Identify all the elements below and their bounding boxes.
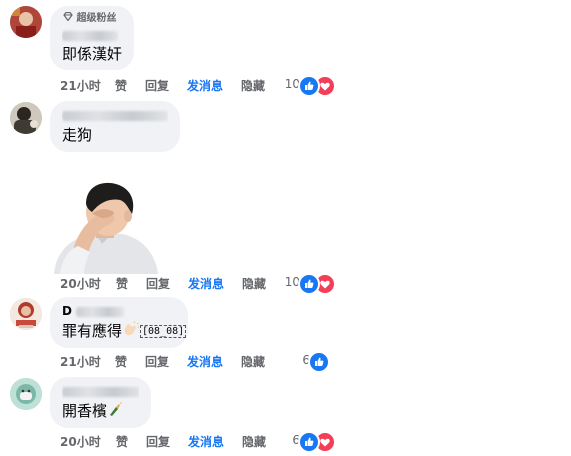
reaction-summary[interactable]: 10 bbox=[228, 75, 340, 97]
champagne-bottle-icon bbox=[107, 401, 123, 422]
author-name[interactable]: D bbox=[62, 304, 176, 319]
comment-text: 走狗 bbox=[62, 126, 93, 144]
like-icon bbox=[298, 75, 320, 97]
top-fan-badge: 超级粉丝 bbox=[62, 11, 122, 25]
reply-button[interactable]: 回复 bbox=[145, 77, 169, 95]
avatar[interactable] bbox=[10, 298, 42, 330]
timestamp-link[interactable]: 20小时 bbox=[60, 433, 101, 451]
comment-bubble: 開香檳 bbox=[50, 377, 151, 428]
badge-label: 超级粉丝 bbox=[76, 13, 117, 24]
clapping-hands-icon bbox=[122, 321, 140, 342]
author-initial: D bbox=[62, 304, 72, 318]
comment-text-main: 開香檳 bbox=[62, 402, 108, 420]
comment-bubble: 超级粉丝 即係漢奸 bbox=[50, 6, 134, 70]
like-icon bbox=[298, 273, 320, 295]
like-icon bbox=[308, 351, 330, 373]
timestamp-link[interactable]: 20小时 bbox=[60, 275, 101, 293]
send-message-button[interactable]: 发消息 bbox=[188, 275, 224, 293]
timestamp-link[interactable]: 21小时 bbox=[60, 353, 101, 371]
reaction-summary[interactable]: 6 bbox=[228, 351, 340, 373]
sticker-code: [08_08] bbox=[140, 324, 187, 338]
reply-button[interactable]: 回复 bbox=[146, 275, 170, 293]
author-name[interactable] bbox=[62, 108, 168, 123]
blurred-author-name bbox=[62, 30, 118, 41]
facepalm-sticker[interactable] bbox=[52, 182, 160, 274]
send-message-button[interactable]: 发消息 bbox=[187, 77, 223, 95]
comment-text: 即係漢奸 bbox=[62, 45, 123, 63]
author-name[interactable] bbox=[62, 384, 139, 399]
avatar[interactable] bbox=[10, 6, 42, 38]
comment-bubble: 走狗 bbox=[50, 101, 180, 152]
like-button[interactable]: 赞 bbox=[116, 433, 128, 451]
avatar[interactable] bbox=[10, 102, 42, 134]
like-icon bbox=[298, 431, 320, 453]
reaction-summary[interactable]: 6 bbox=[228, 431, 340, 453]
reply-button[interactable]: 回复 bbox=[146, 433, 170, 451]
like-button[interactable]: 赞 bbox=[115, 77, 127, 95]
send-message-button[interactable]: 发消息 bbox=[187, 353, 223, 371]
blurred-author-name bbox=[62, 386, 139, 397]
reaction-summary[interactable]: 10 bbox=[228, 273, 340, 295]
diamond-icon bbox=[62, 11, 73, 25]
comment-text: 開香檳 bbox=[62, 401, 139, 422]
comment-bubble: D 罪有應得 [08_08] bbox=[50, 297, 188, 348]
blurred-author-name bbox=[76, 306, 125, 317]
like-button[interactable]: 赞 bbox=[116, 275, 128, 293]
avatar[interactable] bbox=[10, 378, 42, 410]
send-message-button[interactable]: 发消息 bbox=[188, 433, 224, 451]
timestamp-link[interactable]: 21小时 bbox=[60, 77, 101, 95]
like-button[interactable]: 赞 bbox=[115, 353, 127, 371]
blurred-author-name bbox=[62, 110, 168, 121]
author-name[interactable] bbox=[62, 28, 122, 43]
comment-text: 罪有應得 [08_08] bbox=[62, 321, 187, 342]
comment-text-main: 罪有應得 bbox=[62, 322, 123, 340]
reply-button[interactable]: 回复 bbox=[145, 353, 169, 371]
